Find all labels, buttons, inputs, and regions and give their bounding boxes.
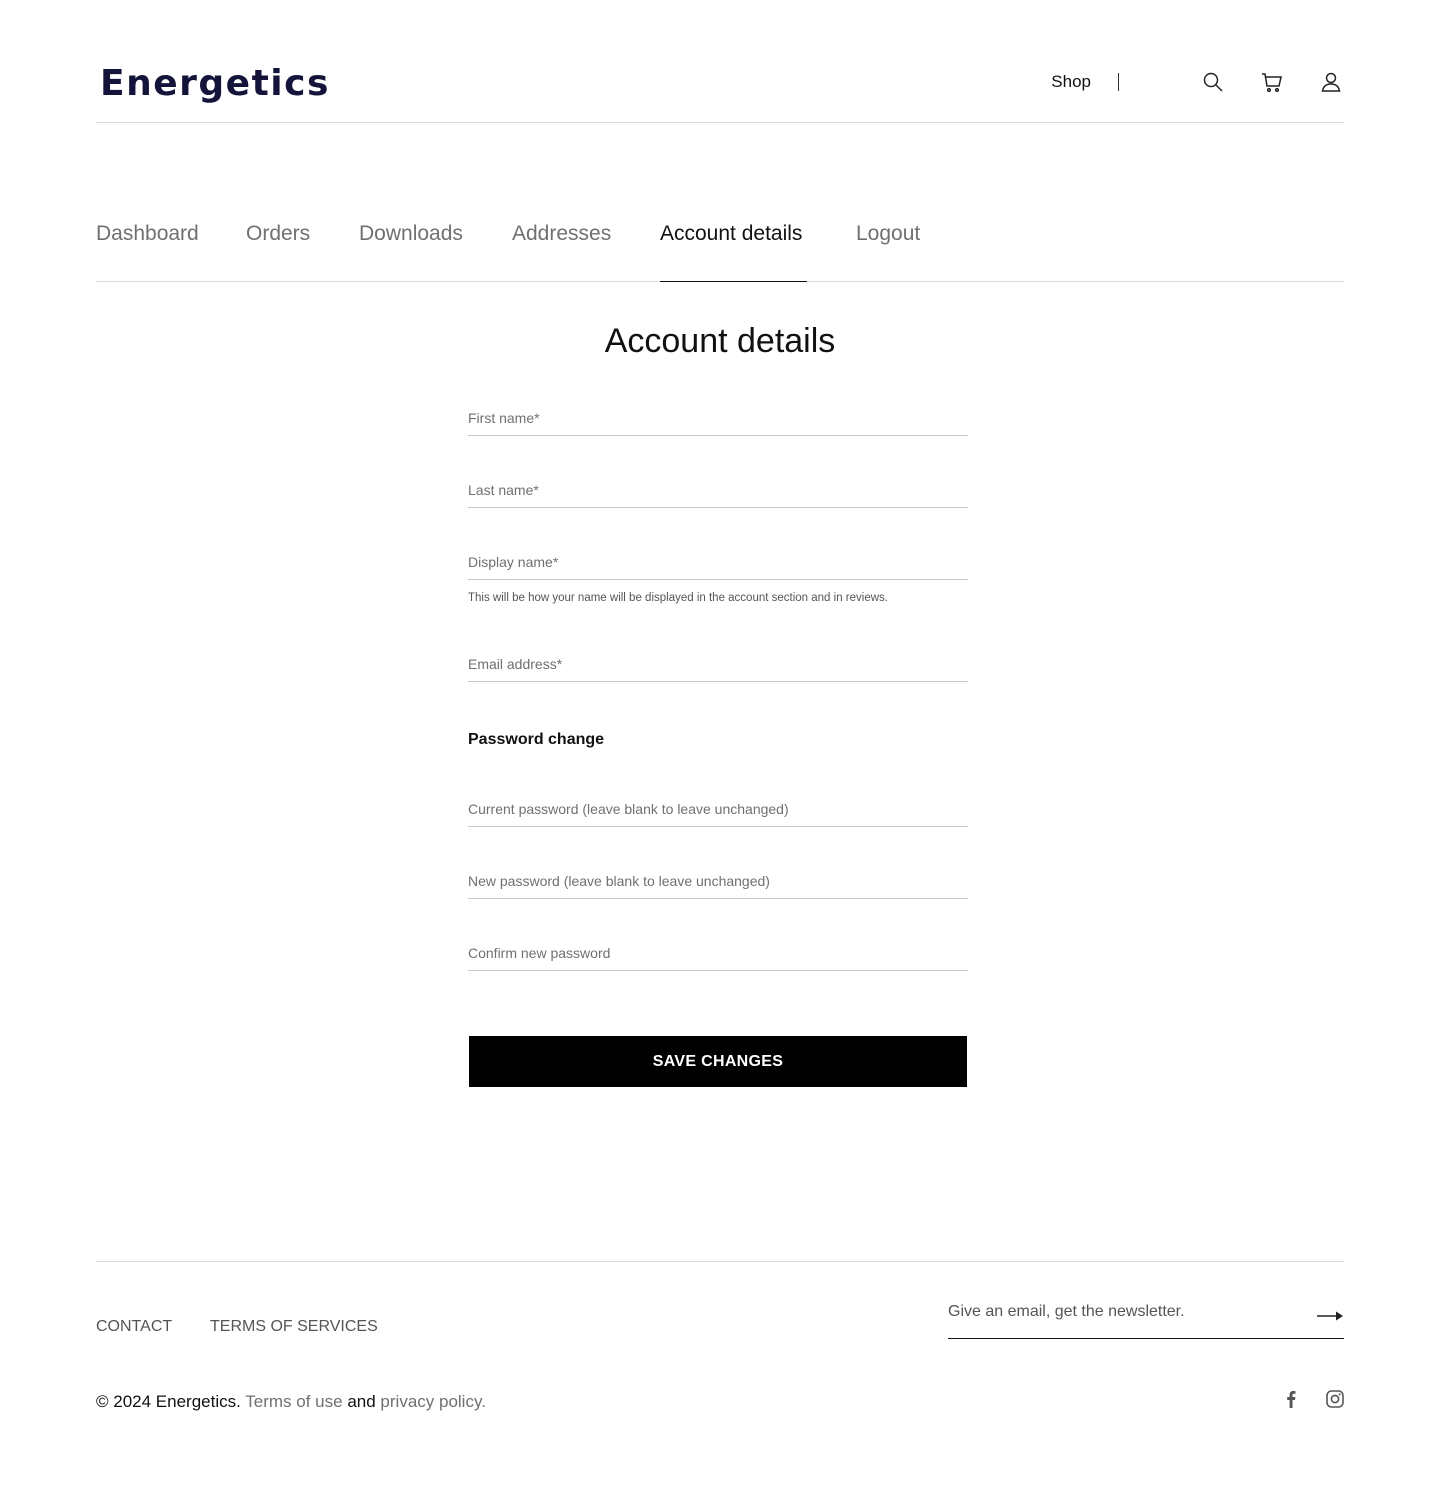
user-icon[interactable] xyxy=(1318,69,1344,95)
site-header: Energetics Shop xyxy=(96,0,1344,123)
tab-downloads[interactable]: Downloads xyxy=(359,222,463,246)
footer-divider xyxy=(96,1261,1344,1262)
cart-icon[interactable] xyxy=(1259,69,1285,95)
current-password-field xyxy=(468,787,968,827)
terms-of-services-link[interactable]: TERMS OF SERVICES xyxy=(210,1318,378,1336)
nav-divider xyxy=(1118,73,1119,91)
display-name-field xyxy=(468,540,968,580)
shop-link[interactable]: Shop xyxy=(1051,72,1118,92)
tab-addresses[interactable]: Addresses xyxy=(512,222,611,246)
arrow-right-icon[interactable] xyxy=(1316,1304,1344,1328)
tab-account-details[interactable]: Account details xyxy=(660,222,802,246)
current-password-input[interactable] xyxy=(468,787,968,826)
first-name-input[interactable] xyxy=(468,396,968,435)
page-title: Account details xyxy=(604,322,836,360)
copyright-text: © 2024 Energetics. xyxy=(96,1392,241,1411)
display-name-hint: This will be how your name will be displ… xyxy=(468,592,888,604)
display-name-input[interactable] xyxy=(468,540,968,579)
and-text: and xyxy=(347,1392,376,1411)
logo[interactable]: Energetics xyxy=(100,62,330,106)
confirm-password-field xyxy=(468,931,968,971)
first-name-field xyxy=(468,396,968,436)
header-nav: Shop xyxy=(1051,64,1344,100)
last-name-field xyxy=(468,468,968,508)
tab-dashboard[interactable]: Dashboard xyxy=(96,222,199,246)
newsletter-email-input[interactable] xyxy=(948,1296,1288,1328)
terms-of-use-link[interactable]: Terms of use xyxy=(245,1392,342,1411)
contact-link[interactable]: CONTACT xyxy=(96,1318,172,1336)
tab-orders[interactable]: Orders xyxy=(246,222,310,246)
account-tabs: Dashboard Orders Downloads Addresses Acc… xyxy=(96,200,1344,282)
search-icon[interactable] xyxy=(1200,69,1226,95)
new-password-field xyxy=(468,859,968,899)
privacy-policy-link[interactable]: privacy policy. xyxy=(380,1392,486,1411)
password-change-title: Password change xyxy=(468,731,605,748)
tab-logout[interactable]: Logout xyxy=(856,222,920,246)
instagram-icon[interactable] xyxy=(1324,1388,1346,1410)
save-changes-button[interactable]: SAVE CHANGES xyxy=(469,1036,967,1087)
active-tab-indicator xyxy=(660,281,807,282)
copyright: © 2024 Energetics. Terms of use and priv… xyxy=(96,1392,486,1412)
email-field xyxy=(468,642,968,682)
facebook-icon[interactable] xyxy=(1280,1388,1302,1410)
confirm-password-input[interactable] xyxy=(468,931,968,970)
new-password-input[interactable] xyxy=(468,859,968,898)
email-input[interactable] xyxy=(468,642,968,681)
last-name-input[interactable] xyxy=(468,468,968,507)
newsletter-form xyxy=(948,1296,1344,1339)
